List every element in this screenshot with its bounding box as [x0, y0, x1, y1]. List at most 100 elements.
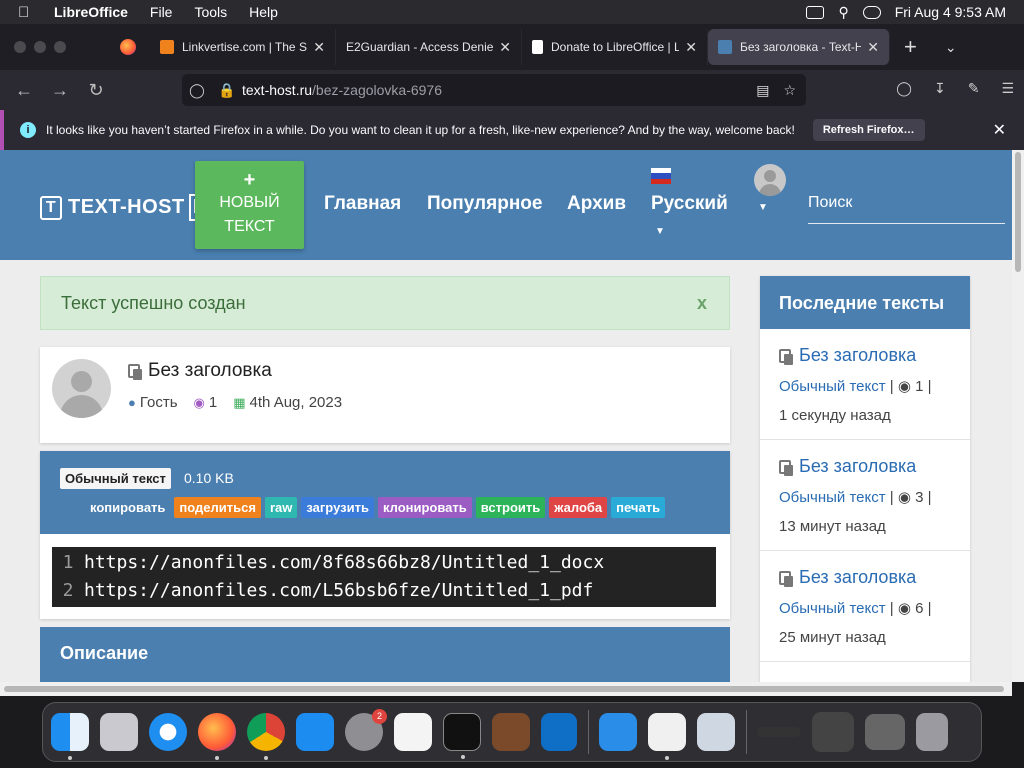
finder-icon[interactable] — [51, 713, 89, 760]
back-icon[interactable]: ← — [6, 80, 42, 101]
menubar-clock[interactable]: Fri Aug 4 9:53 AM — [895, 4, 1006, 20]
alert-close-button[interactable]: x — [697, 293, 707, 314]
app-menu-icon[interactable]: ☰ — [1001, 80, 1014, 97]
copy-button[interactable]: копировать — [85, 497, 171, 518]
window-2-icon[interactable] — [812, 712, 854, 752]
chevron-down-icon[interactable]: ▼ — [655, 226, 665, 237]
document-icon — [532, 40, 543, 54]
new-tab-icon[interactable]: + — [904, 34, 917, 60]
menu-tools[interactable]: Tools — [194, 4, 227, 20]
minimize-window-button[interactable] — [34, 41, 46, 53]
shield-icon[interactable]: ◯ — [182, 82, 212, 99]
syntax-type-link[interactable]: Обычный текст — [779, 600, 886, 617]
report-button[interactable]: жалоба — [549, 497, 608, 518]
copy-icon — [779, 570, 793, 587]
window-1-icon[interactable] — [757, 727, 801, 737]
close-tab-icon[interactable]: ✕ — [499, 39, 511, 56]
recent-text-link[interactable]: Без заголовка — [779, 567, 970, 588]
address-bar[interactable]: ◯ 🔒 text-host.ru /bez-zagolovka-6976 ▤ ☆ — [182, 74, 806, 106]
post-title-text: Без заголовка — [148, 360, 272, 381]
reader-view-icon[interactable]: ▤ — [756, 82, 769, 99]
vscode-icon[interactable] — [541, 713, 577, 751]
raw-button[interactable]: raw — [264, 497, 298, 518]
refresh-firefox-button[interactable]: Refresh Firefox… — [812, 119, 925, 141]
system-settings-icon[interactable]: 2 — [345, 709, 387, 751]
reload-icon[interactable]: ↻ — [78, 80, 114, 101]
app-store-icon[interactable] — [296, 713, 334, 751]
launchpad-icon[interactable] — [100, 713, 138, 751]
post-title: Без заголовка — [128, 360, 272, 382]
safari-icon[interactable] — [149, 713, 187, 751]
scrollbar-thumb[interactable] — [4, 686, 1004, 692]
instruments-icon[interactable] — [492, 713, 530, 751]
syntax-type-link[interactable]: Обычный текст — [779, 489, 886, 506]
new-text-button[interactable]: + НОВЫЙ ТЕКСТ — [195, 161, 304, 249]
nav-archive[interactable]: Архив — [567, 193, 626, 215]
syntax-type-badge: Обычный текст — [60, 468, 171, 489]
nav-popular[interactable]: Популярное — [427, 193, 542, 215]
horizontal-scrollbar[interactable] — [0, 682, 1012, 696]
close-window-button[interactable] — [14, 41, 26, 53]
lock-icon[interactable]: 🔒 — [212, 82, 242, 99]
user-avatar[interactable] — [754, 164, 786, 196]
search-input[interactable]: Поиск — [808, 188, 1005, 224]
code-line-text: https://anonfiles.com/8f68s66bz8/Untitle… — [84, 552, 605, 573]
libreoffice-icon[interactable] — [648, 713, 686, 760]
recent-texts-sidebar: Последние тексты Без заголовка Обычный т… — [760, 276, 970, 682]
copy-icon — [779, 348, 793, 365]
dock-separator — [588, 710, 589, 754]
pocket-icon[interactable]: ◯ — [896, 80, 912, 97]
firefox-icon[interactable] — [198, 713, 236, 760]
trash-icon[interactable] — [916, 713, 948, 751]
embed-button[interactable]: встроить — [475, 497, 546, 518]
menu-file[interactable]: File — [150, 4, 173, 20]
tab-e2guardian[interactable]: E2Guardian - Access Denied ✕ — [336, 29, 522, 65]
recent-text-link[interactable]: Без заголовка — [779, 456, 970, 477]
apple-menu-icon[interactable]:  — [18, 4, 40, 21]
share-button[interactable]: поделиться — [174, 497, 261, 518]
bookmark-star-icon[interactable]: ☆ — [783, 82, 796, 99]
close-tab-icon[interactable]: ✕ — [685, 39, 697, 56]
site-header: T TEXT-HOST RU + НОВЫЙ ТЕКСТ Главная Поп… — [0, 150, 1012, 260]
close-notification-icon[interactable]: ✕ — [993, 120, 1006, 140]
control-center-icon[interactable] — [862, 5, 881, 19]
tab-linkvertise[interactable]: Linkvertise.com | The Se ✕ — [150, 29, 336, 65]
terminal-icon[interactable] — [443, 713, 481, 759]
spotlight-search-icon[interactable]: ⚲ — [838, 4, 848, 21]
code-block[interactable]: 1 https://anonfiles.com/8f68s66bz8/Untitl… — [52, 547, 716, 607]
window-3-icon[interactable] — [865, 714, 905, 750]
recent-text-link[interactable]: Без заголовка — [779, 345, 970, 366]
vertical-scrollbar[interactable] — [1012, 150, 1024, 682]
keynote-icon[interactable] — [599, 713, 637, 751]
preview-icon[interactable] — [697, 713, 735, 751]
syntax-type-link[interactable]: Обычный текст — [779, 378, 886, 395]
menu-help[interactable]: Help — [249, 4, 278, 20]
close-tab-icon[interactable]: ✕ — [313, 39, 325, 56]
url-domain: text-host.ru — [242, 82, 313, 98]
tab-donate-libreoffice[interactable]: Donate to LibreOffice | Li ✕ — [522, 29, 708, 65]
print-button[interactable]: печать — [611, 497, 666, 518]
downloads-icon[interactable]: ↧ — [934, 80, 946, 97]
clone-button[interactable]: клонировать — [377, 497, 472, 518]
tab-title: Без заголовка - Text-Hos — [740, 40, 862, 54]
nav-language[interactable]: Русский — [651, 193, 728, 215]
recent-text-meta: Обычный текст | ◉ 1 | 1 секунду назад — [779, 378, 932, 424]
zoom-window-button[interactable] — [54, 41, 66, 53]
firefox-view-icon[interactable] — [120, 39, 136, 55]
textedit-icon[interactable] — [394, 713, 432, 751]
chevron-down-icon[interactable]: ▼ — [758, 202, 768, 213]
app-menu[interactable]: LibreOffice — [54, 4, 128, 20]
line-number: 2 — [62, 580, 74, 601]
tab-text-host[interactable]: Без заголовка - Text-Hos ✕ — [708, 29, 890, 65]
close-tab-icon[interactable]: ✕ — [867, 39, 879, 56]
nav-home[interactable]: Главная — [324, 193, 401, 215]
download-button[interactable]: загрузить — [301, 497, 374, 518]
screen-mirroring-icon[interactable] — [806, 5, 825, 19]
forward-icon[interactable]: → — [42, 80, 78, 101]
chrome-icon[interactable] — [247, 713, 285, 760]
list-all-tabs-icon[interactable]: ⌄ — [945, 39, 957, 56]
notification-badge: 2 — [372, 709, 387, 724]
recent-text-item: Без заголовка Обычный текст | ◉ 6 | 25 ми… — [760, 551, 970, 662]
extensions-icon[interactable]: ✎ — [968, 80, 980, 97]
scrollbar-thumb[interactable] — [1015, 152, 1021, 272]
